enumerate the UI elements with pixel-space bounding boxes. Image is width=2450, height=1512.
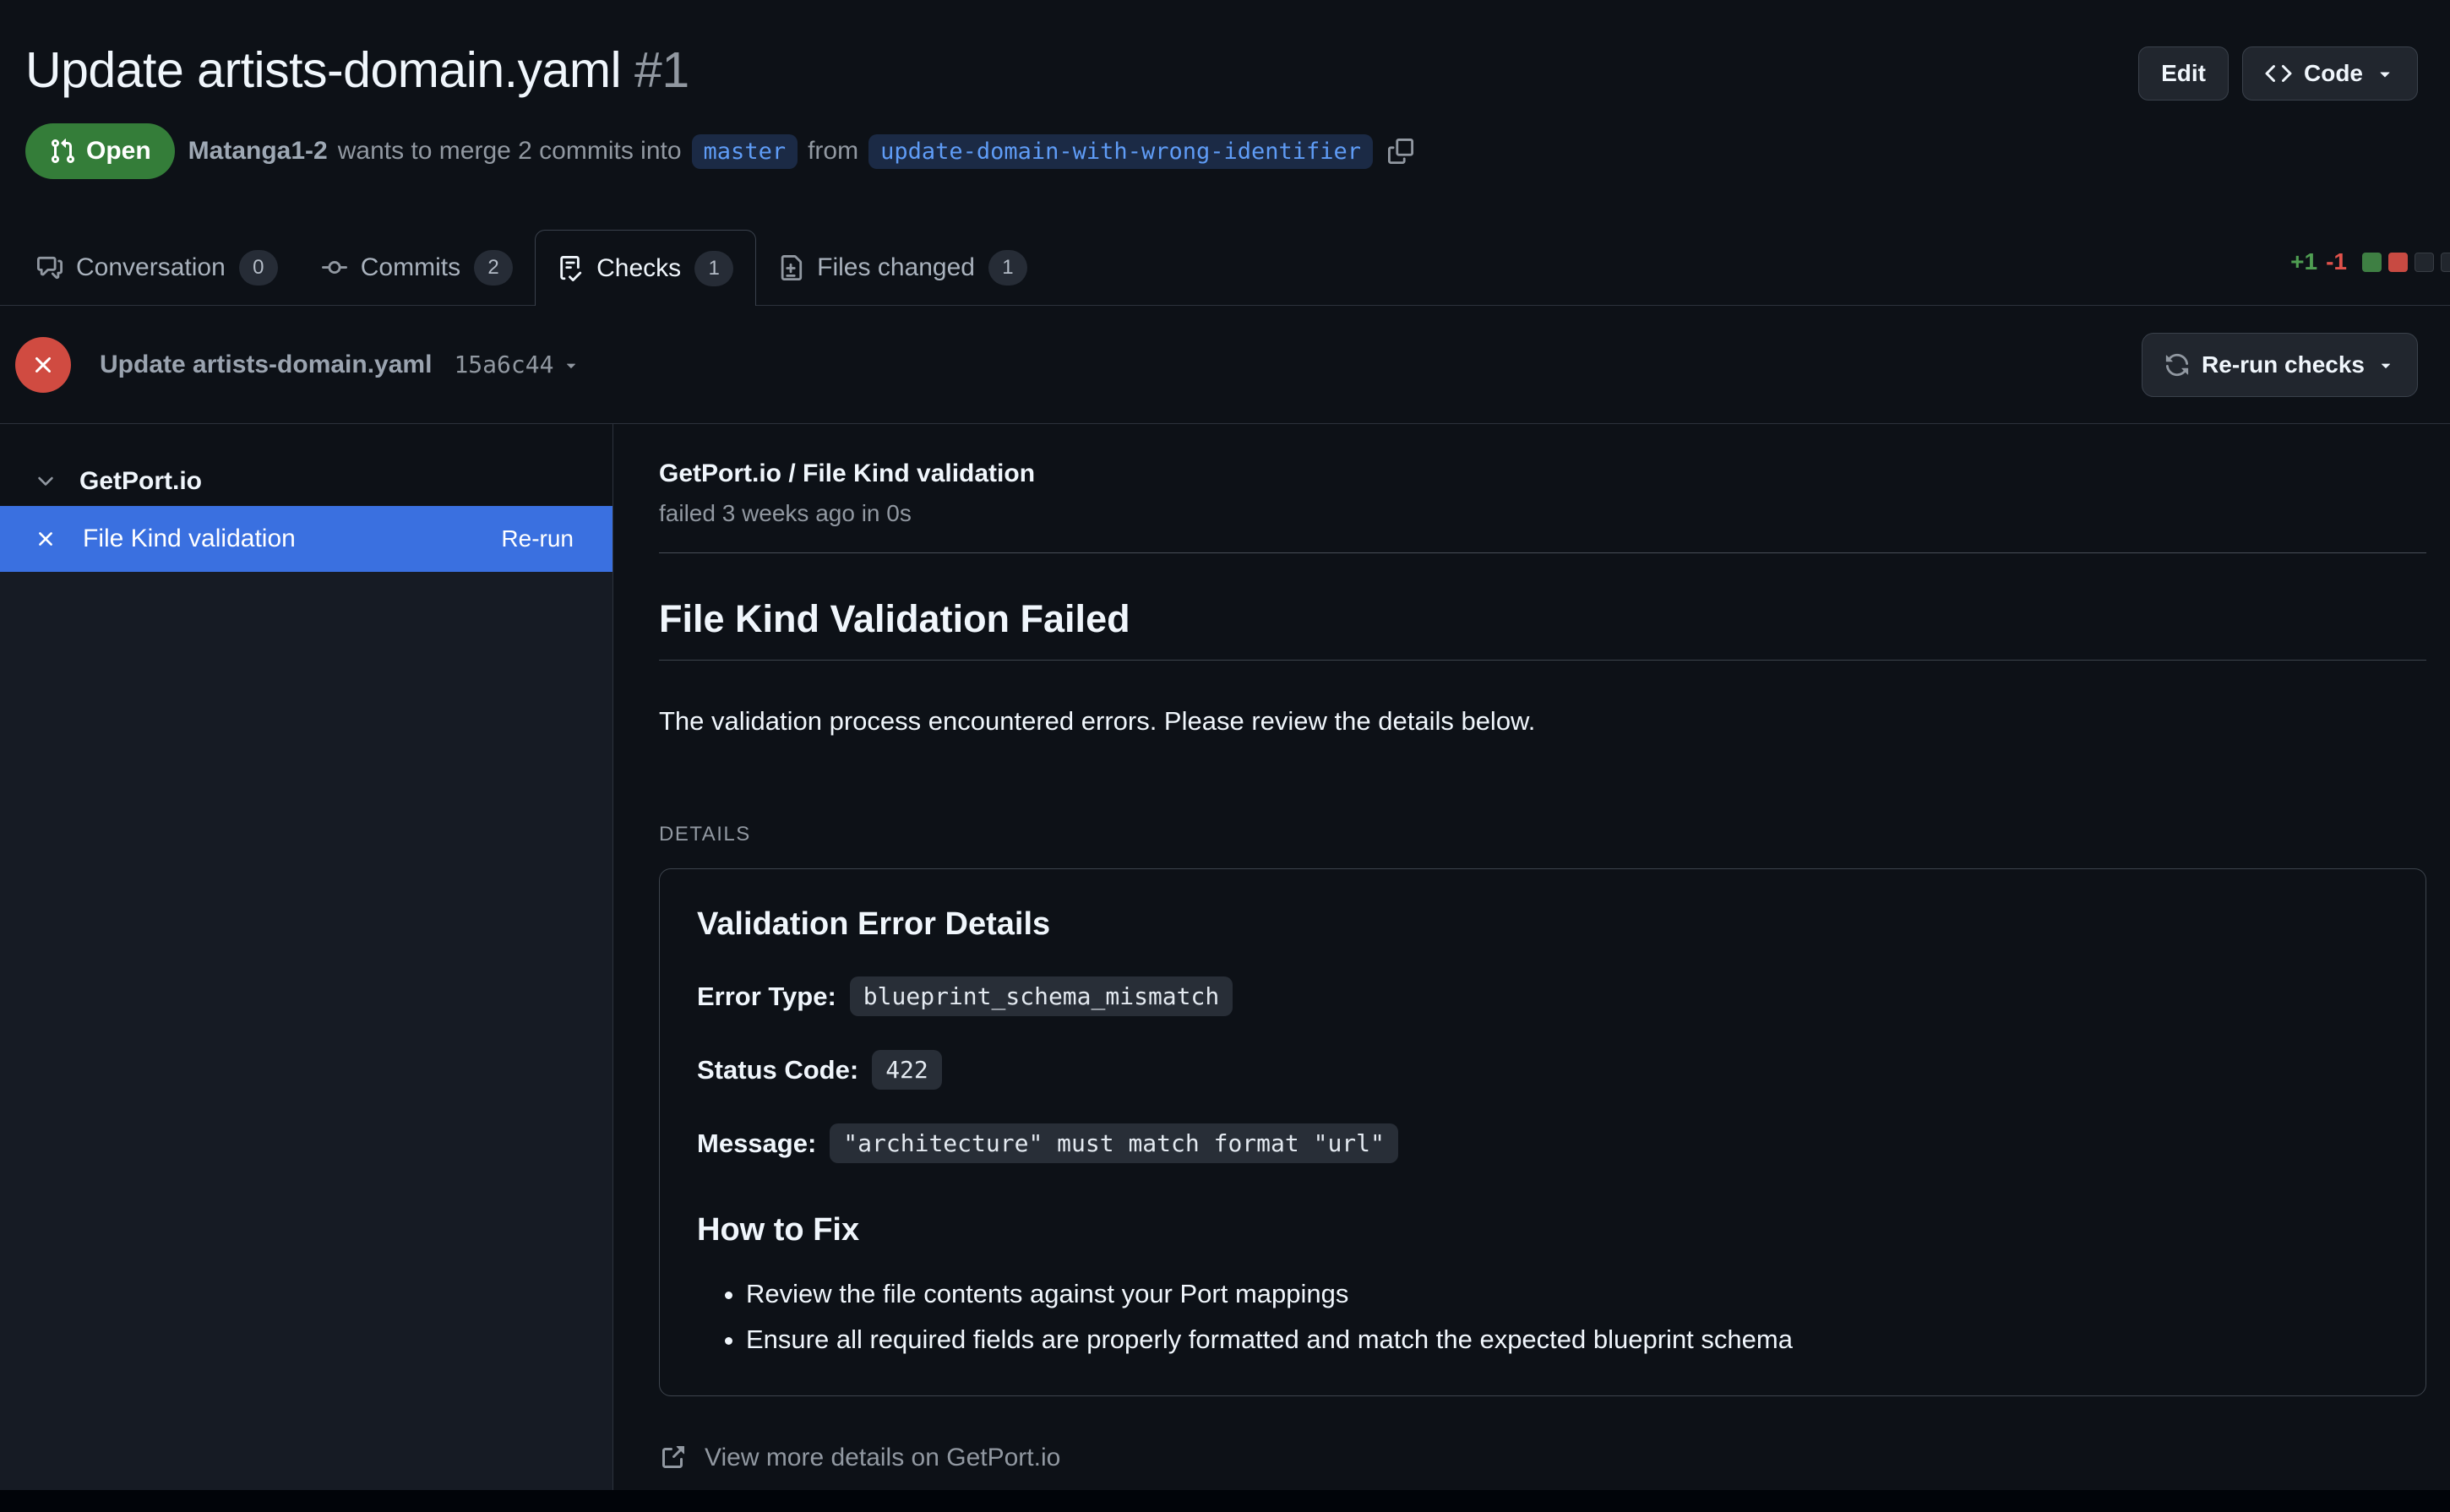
how-to-fix-title: How to Fix (697, 1212, 2388, 1248)
pr-tab-bar: Conversation 0 Commits 2 Checks 1 Files … (0, 230, 2450, 306)
status-code-row: Status Code: 422 (697, 1050, 2388, 1090)
check-list-item-file-kind-validation[interactable]: File Kind validation Re-run (0, 506, 612, 572)
check-run-detail: GetPort.io / File Kind validation failed… (613, 424, 2450, 1491)
status-code-value: 422 (872, 1050, 942, 1090)
view-more-details-label: View more details on GetPort.io (705, 1444, 1060, 1472)
commit-sha: 15a6c44 (454, 351, 553, 378)
diffstat-additions: +1 (2290, 248, 2317, 275)
from-word: from (808, 137, 858, 166)
checks-sidebar: GetPort.io File Kind validation Re-run (0, 424, 613, 1491)
pr-title-text: Update artists-domain.yaml (25, 42, 621, 98)
comment-discussion-icon (37, 255, 63, 280)
sidebar-group-getportio[interactable]: GetPort.io (0, 424, 612, 505)
author-name[interactable]: Matanga1-2 (188, 137, 328, 166)
pr-number: #1 (634, 42, 689, 98)
tab-files-changed-label: Files changed (817, 253, 975, 282)
base-branch-chip[interactable]: master (692, 134, 798, 169)
tab-commits-label: Commits (361, 253, 460, 282)
sidebar-group-title: GetPort.io (79, 467, 202, 496)
error-type-value: blueprint_schema_mismatch (850, 976, 1233, 1016)
tab-conversation[interactable]: Conversation 0 (15, 230, 300, 305)
status-badge-label: Open (86, 137, 151, 166)
diffstat-deletions: -1 (2326, 248, 2347, 275)
chevron-down-icon (2376, 356, 2395, 374)
error-type-row: Error Type: blueprint_schema_mismatch (697, 976, 2388, 1016)
tab-checks-count: 1 (694, 251, 733, 286)
run-heading: File Kind Validation Failed (659, 596, 2426, 661)
fix-list-item: Ensure all required fields are properly … (746, 1323, 2388, 1357)
checks-content: GetPort.io File Kind validation Re-run G… (0, 424, 2450, 1491)
header-actions: Edit Code (2138, 46, 2418, 101)
copy-branch-icon[interactable] (1388, 139, 1413, 164)
details-box-title: Validation Error Details (697, 906, 2388, 943)
pr-meta: Open Matanga1-2 wants to merge 2 commits… (25, 123, 2418, 179)
diffstat: +1 -1 (2290, 248, 2450, 275)
edit-button-label: Edit (2161, 60, 2206, 87)
external-link-icon (659, 1444, 686, 1471)
checklist-icon (558, 256, 583, 281)
x-icon (34, 527, 57, 551)
message-row: Message: "architecture" must match forma… (697, 1123, 2388, 1163)
check-list: File Kind validation Re-run (0, 505, 612, 1491)
chevron-down-icon (2375, 63, 2395, 84)
merge-summary-text: wants to merge 2 commits into (338, 137, 682, 166)
file-diff-icon (778, 255, 803, 280)
failed-status-icon (15, 337, 71, 393)
code-icon (2265, 60, 2292, 87)
git-commit-icon (322, 255, 347, 280)
diffstat-block-neutral (2441, 253, 2450, 272)
tab-checks-label: Checks (596, 254, 681, 283)
tab-commits-count: 2 (474, 250, 513, 286)
check-item-label: File Kind validation (83, 525, 296, 553)
edit-button[interactable]: Edit (2138, 46, 2229, 101)
pr-title: Update artists-domain.yaml #1 (25, 39, 2418, 101)
check-run-name: Update artists-domain.yaml (100, 351, 432, 379)
rerun-checks-label: Re-run checks (2202, 351, 2365, 378)
divider (659, 552, 2426, 553)
diffstat-block-neutral (2415, 253, 2434, 272)
status-code-label: Status Code: (697, 1055, 858, 1085)
how-to-fix-list: Review the file contents against your Po… (697, 1277, 2388, 1357)
tab-conversation-label: Conversation (76, 253, 226, 282)
status-badge: Open (25, 123, 175, 179)
tab-commits[interactable]: Commits 2 (300, 230, 535, 305)
check-run-header: Update artists-domain.yaml 15a6c44 Re-ru… (0, 306, 2450, 424)
head-branch-chip[interactable]: update-domain-with-wrong-identifier (868, 134, 1373, 169)
code-button-label: Code (2304, 60, 2363, 87)
diffstat-block-added (2362, 253, 2382, 272)
tab-files-changed-count: 1 (988, 250, 1027, 286)
sync-icon (2164, 352, 2190, 378)
details-label: DETAILS (659, 823, 2426, 846)
chevron-down-icon (562, 356, 580, 374)
run-intro: The validation process encountered error… (659, 704, 2426, 738)
tab-checks[interactable]: Checks 1 (535, 230, 756, 306)
pr-header: Update artists-domain.yaml #1 Edit Code … (0, 0, 2450, 179)
code-button[interactable]: Code (2242, 46, 2418, 101)
rerun-checks-button[interactable]: Re-run checks (2142, 333, 2418, 397)
commit-sha-dropdown[interactable]: 15a6c44 (454, 351, 580, 378)
run-title: GetPort.io / File Kind validation (659, 460, 2426, 488)
pull-request-icon (49, 138, 76, 165)
page-bottom-bar (0, 1490, 2450, 1512)
message-value: "architecture" must match format "url" (830, 1123, 1398, 1163)
validation-error-details-box: Validation Error Details Error Type: blu… (659, 868, 2426, 1396)
error-type-label: Error Type: (697, 982, 836, 1012)
merge-summary: Matanga1-2 wants to merge 2 commits into… (188, 134, 1413, 169)
tab-files-changed[interactable]: Files changed 1 (756, 230, 1049, 305)
chevron-down-icon (34, 470, 57, 493)
fix-list-item: Review the file contents against your Po… (746, 1277, 2388, 1311)
view-more-details-link[interactable]: View more details on GetPort.io (659, 1444, 1060, 1472)
message-label: Message: (697, 1129, 816, 1159)
diffstat-block-deleted (2388, 253, 2408, 272)
tab-conversation-count: 0 (239, 250, 278, 286)
run-meta: failed 3 weeks ago in 0s (659, 500, 2426, 527)
check-item-rerun-link[interactable]: Re-run (501, 525, 574, 552)
